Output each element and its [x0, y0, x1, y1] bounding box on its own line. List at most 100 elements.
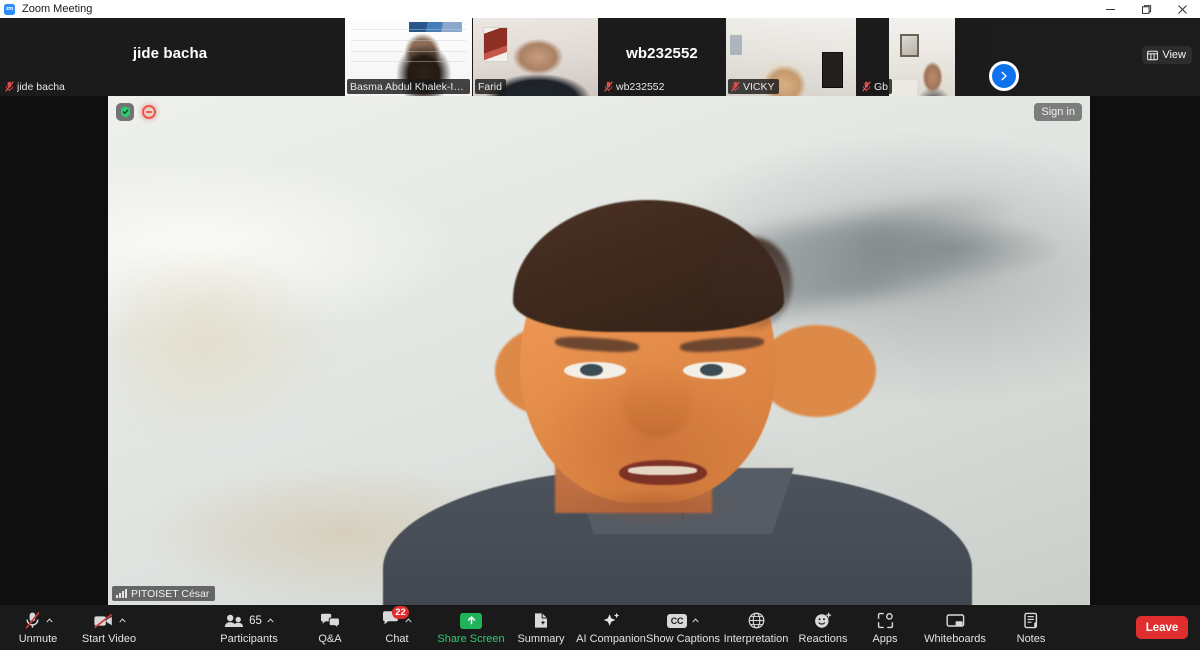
toolbar-label-start-video: Start Video: [81, 632, 137, 645]
thumbnail-name-label: Gb: [859, 79, 893, 94]
active-speaker-video[interactable]: Sign in PITOISET César: [108, 96, 1090, 605]
toolbar-label-qa: Q&A: [318, 632, 342, 645]
speaker-figure: [108, 96, 1090, 605]
toolbar-item-notes[interactable]: Notes: [1002, 605, 1060, 650]
thumbnail-name-text: Basma Abdul Khalek-Instit...: [350, 80, 466, 93]
toolbar-item-apps[interactable]: Apps: [858, 605, 912, 650]
unmute-icon-row: [24, 611, 53, 631]
air-conditioner-graphic: [729, 35, 742, 56]
main-stage: Sign in PITOISET César: [0, 96, 1200, 605]
picture-frame-graphic: [822, 52, 843, 89]
close-icon[interactable]: [1164, 0, 1200, 18]
toolbar-item-qa[interactable]: Q&A: [302, 605, 358, 650]
signal-strength-icon: [116, 589, 127, 598]
wall-art-graphic: [483, 27, 508, 62]
speaker-pupil-right: [700, 363, 723, 377]
window-title-bar: zm Zoom Meeting: [0, 0, 1200, 18]
meeting-status-badges: [116, 103, 156, 121]
wall-picture-graphic: [899, 33, 920, 57]
maximize-icon[interactable]: [1128, 0, 1164, 18]
qa-icon-row: [320, 611, 340, 631]
toolbar-item-unmute[interactable]: Unmute: [8, 605, 68, 650]
thumbnail-name-label: VICKY: [728, 79, 779, 94]
thumbnail-name-label: Farid: [475, 79, 506, 94]
chevron-up-icon: [405, 618, 412, 623]
chevron-up-icon: [119, 618, 125, 623]
toolbar-label-unmute: Unmute: [18, 632, 58, 645]
toolbar-item-show-captions[interactable]: CC Show Captions: [646, 605, 720, 650]
view-layout-button[interactable]: View: [1142, 46, 1192, 64]
thumbnail-video-feed: [889, 18, 955, 96]
slide-logo-graphic: [408, 21, 462, 33]
toolbar-label-summary: Summary: [517, 632, 565, 645]
toolbar-item-chat[interactable]: 22 Chat: [368, 605, 426, 650]
speaker-chin-shadow: [569, 493, 737, 524]
filmstrip-next-page-button[interactable]: [989, 61, 1019, 91]
speaker-nose: [622, 375, 692, 438]
interpretation-icon-row: [748, 611, 765, 631]
sign-in-label: Sign in: [1041, 106, 1075, 118]
toolbar-item-summary[interactable]: Summary: [512, 605, 570, 650]
toolbar-item-interpretation[interactable]: Interpretation: [718, 605, 794, 650]
start-video-icon-row: [93, 611, 126, 631]
thumbnail-video-frame: [889, 18, 955, 96]
chevron-up-icon: [692, 618, 699, 623]
toolbar-item-ai-companion[interactable]: AI Companion: [574, 605, 648, 650]
speaker-teeth: [628, 465, 698, 475]
shield-check-icon: [120, 106, 130, 118]
apps-icon-row: [877, 611, 894, 631]
participants-icon: [224, 614, 244, 627]
chevron-up-icon: [267, 618, 274, 623]
whiteboards-icon-row: [946, 611, 965, 631]
leave-button-label: Leave: [1145, 621, 1179, 634]
apps-icon: [877, 612, 893, 629]
toolbar-item-participants[interactable]: 65 Participants: [212, 605, 286, 650]
participant-filmstrip: jide bacha jide bacha Basma Abdul Khalek…: [0, 18, 1200, 96]
leave-meeting-button[interactable]: Leave: [1136, 616, 1188, 639]
thumbnail-farid[interactable]: Farid: [473, 18, 598, 96]
minimize-icon[interactable]: [1092, 0, 1128, 18]
camera-muted-icon: [93, 613, 112, 628]
toolbar-label-participants: Participants: [220, 632, 278, 645]
toolbar-label-share-screen: Share Screen: [437, 632, 505, 645]
toolbar-item-share-screen[interactable]: Share Screen: [434, 605, 508, 650]
thumbnail-basma[interactable]: Basma Abdul Khalek-Instit...: [345, 18, 472, 96]
globe-icon: [748, 612, 764, 629]
thumbnail-gb[interactable]: Gb: [857, 18, 987, 96]
mic-muted-icon: [731, 81, 740, 92]
thumbnail-name-label: jide bacha: [2, 79, 69, 94]
thumbnail-display-name: jide bacha: [132, 44, 208, 62]
ai-sparkle-icon: [603, 612, 619, 626]
toolbar-item-whiteboards[interactable]: Whiteboards: [915, 605, 995, 650]
sign-in-button[interactable]: Sign in: [1034, 103, 1082, 121]
meeting-controls-toolbar: Unmute Start Video 65 Participants Q&A 2…: [0, 605, 1200, 650]
zoom-logo-icon: zm: [4, 3, 15, 15]
encryption-shield-button[interactable]: [116, 103, 134, 121]
desk-graphic: [889, 80, 917, 96]
chevron-up-icon: [46, 618, 52, 623]
toolbar-label-chat: Chat: [385, 632, 409, 645]
recording-stop-bar: [146, 111, 152, 113]
toolbar-label-reactions: Reactions: [798, 632, 848, 645]
qa-bubbles-icon: [321, 613, 340, 629]
thumbnail-name-text: jide bacha: [17, 80, 65, 93]
toolbar-item-start-video[interactable]: Start Video: [72, 605, 146, 650]
toolbar-item-reactions[interactable]: Reactions: [793, 605, 853, 650]
whiteboard-icon: [946, 613, 964, 627]
mic-muted-icon: [862, 81, 871, 92]
zoom-meeting-window: zm Zoom Meeting jide bacha jide bacha Ba…: [0, 0, 1200, 650]
grid-view-icon: [1147, 50, 1159, 60]
microphone-muted-icon: [24, 611, 40, 629]
thumbnail-name-label: Basma Abdul Khalek-Instit...: [347, 79, 470, 94]
closed-captions-icon: CC: [667, 613, 687, 628]
thumbnail-jide-bacha[interactable]: jide bacha jide bacha: [0, 18, 340, 96]
recording-indicator-icon[interactable]: [142, 105, 156, 119]
chat-unread-badge: 22: [392, 606, 409, 619]
thumbnail-wb232552[interactable]: wb232552 wb232552: [599, 18, 725, 96]
participants-count: 65: [249, 614, 262, 627]
speaker-ear-right: [758, 325, 876, 417]
toolbar-label-show-captions: Show Captions: [646, 632, 720, 645]
toolbar-label-apps: Apps: [872, 632, 898, 645]
thumbnail-vicky[interactable]: VICKY: [726, 18, 856, 96]
thumbnail-name-label: wb232552: [601, 79, 668, 94]
